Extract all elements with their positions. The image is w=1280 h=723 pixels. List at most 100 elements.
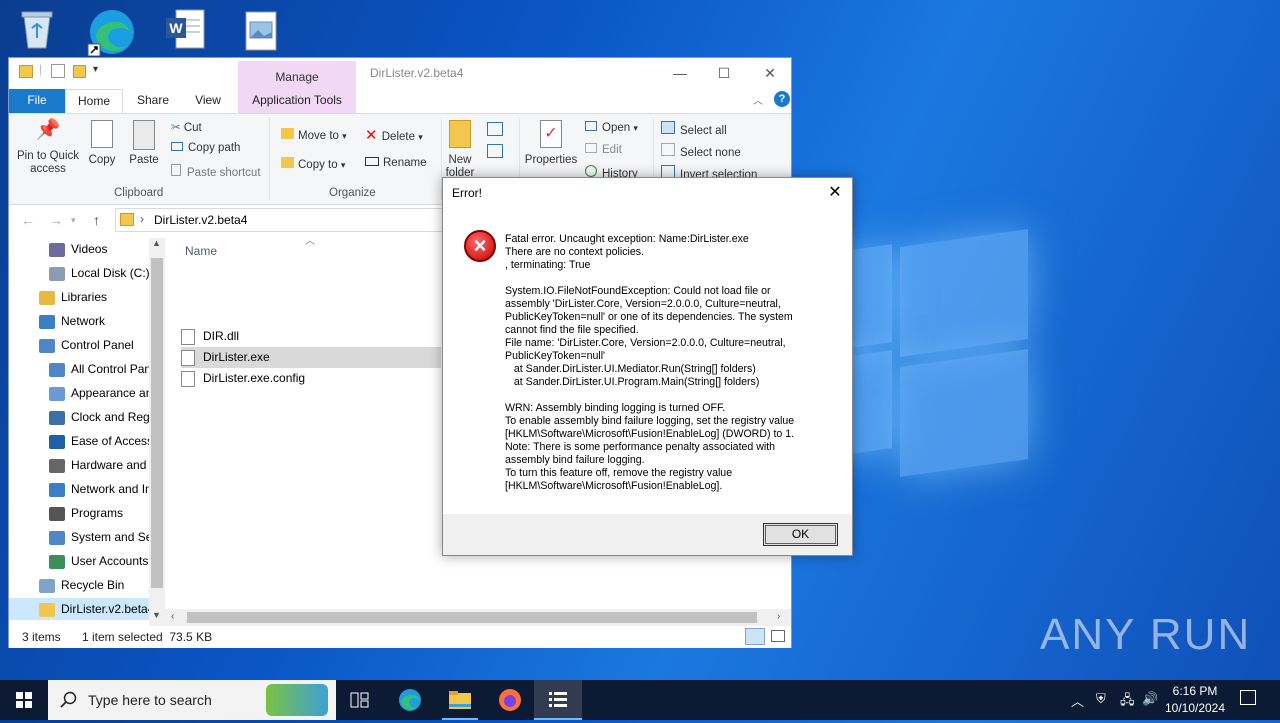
up-arrow-icon[interactable]: ↑ <box>93 212 100 228</box>
nav-item[interactable]: Ease of Access <box>9 430 149 452</box>
address-bar[interactable]: › DirLister.v2.beta4 <box>115 208 455 232</box>
new-item-icon[interactable] <box>487 122 503 136</box>
breadcrumb-chevron-icon[interactable]: › <box>140 212 144 226</box>
scroll-right-icon[interactable]: › <box>777 611 780 622</box>
taskbar-clock[interactable]: 6:16 PM 10/10/2024 <box>1160 683 1230 717</box>
back-arrow-icon[interactable]: ← <box>21 212 35 228</box>
collapse-ribbon-icon[interactable]: ︿ <box>753 92 763 107</box>
nav-item[interactable]: System and Security <box>9 526 149 548</box>
forward-arrow-icon[interactable]: → <box>49 212 63 228</box>
qat-dropdown-icon[interactable]: ▾ <box>93 64 98 75</box>
maximize-button[interactable]: ☐ <box>709 62 739 84</box>
large-icons-view-icon[interactable] <box>771 630 785 642</box>
nav-item[interactable]: Recycle Bin <box>9 574 149 596</box>
column-header-name[interactable]: Name <box>185 244 217 258</box>
scroll-down-icon[interactable]: ▼ <box>152 610 161 620</box>
volume-icon[interactable]: 🔊 <box>1142 691 1158 707</box>
close-button[interactable]: ✕ <box>755 62 785 84</box>
nav-item[interactable]: Hardware and Sound <box>9 454 149 476</box>
taskbar-search[interactable]: Type here to search <box>48 680 336 720</box>
copy-path-button[interactable]: Copy path <box>171 142 240 154</box>
copy-button[interactable]: Copy <box>85 120 119 167</box>
copy-to-button[interactable]: Copy to ▾ <box>281 157 345 171</box>
rename-button[interactable]: Rename <box>365 157 426 169</box>
recent-locations-icon[interactable]: ▾ <box>71 215 76 226</box>
start-button[interactable] <box>0 680 48 720</box>
move-to-button[interactable]: Move to ▾ <box>281 128 347 142</box>
show-hidden-icons[interactable]: ︿ <box>1071 691 1084 710</box>
network-status-icon[interactable]: ⛨ <box>1096 691 1106 707</box>
nav-item[interactable]: Videos <box>9 238 149 260</box>
breadcrumb-path[interactable]: DirLister.v2.beta4 <box>154 213 247 227</box>
ok-button[interactable]: OK <box>763 523 838 546</box>
tab-share[interactable]: Share <box>129 89 177 113</box>
tab-application-tools[interactable]: Application Tools <box>238 89 356 113</box>
pin-to-quick-access-button[interactable]: 📌 Pin to Quick access <box>13 120 83 176</box>
nav-item-icon <box>49 386 65 401</box>
nav-item-label: Hardware and Sound <box>71 458 149 472</box>
file-row[interactable]: DirLister.exe.config <box>181 368 441 389</box>
image-file-icon[interactable] <box>238 6 286 54</box>
horizontal-scrollbar[interactable]: ‹ › <box>165 609 791 626</box>
nav-item[interactable]: Network <box>9 310 149 332</box>
folder-icon <box>19 65 33 78</box>
word-document-icon[interactable]: W <box>162 6 210 54</box>
properties-qat-icon[interactable] <box>51 64 65 78</box>
select-all-icon <box>661 121 675 134</box>
nav-item[interactable]: DirLister.v2.beta4 <box>9 598 149 620</box>
tab-view[interactable]: View <box>185 89 231 113</box>
nav-item[interactable]: Clock and Region <box>9 406 149 428</box>
nav-item[interactable]: All Control Panel Items <box>9 358 149 380</box>
task-view-button[interactable] <box>336 680 384 720</box>
properties-button[interactable]: ✓ Properties <box>523 120 579 167</box>
select-all-button[interactable]: Select all <box>661 121 727 137</box>
taskbar-file-explorer[interactable] <box>436 680 484 720</box>
help-icon[interactable]: ? <box>774 91 790 107</box>
scissors-icon: ✂ <box>171 122 184 134</box>
file-row[interactable]: DIR.dll <box>181 326 441 347</box>
nav-item[interactable]: Network and Internet <box>9 478 149 500</box>
nav-item[interactable]: Libraries <box>9 286 149 308</box>
nav-item-icon <box>49 506 65 521</box>
nav-item[interactable]: User Accounts <box>9 550 149 572</box>
nav-scrollbar[interactable]: ▲ ▼ <box>149 238 165 626</box>
cut-button[interactable]: ✂ Cut <box>171 120 202 134</box>
dialog-close-button[interactable]: ✕ <box>824 182 846 204</box>
notifications-icon[interactable] <box>1240 690 1256 705</box>
paste-button[interactable]: Paste <box>127 120 161 167</box>
delete-button[interactable]: ✕ Delete ▾ <box>365 126 423 144</box>
edit-label: Edit <box>602 144 622 156</box>
recycle-bin-icon[interactable] <box>14 6 62 54</box>
taskbar-dirlister[interactable] <box>534 680 582 720</box>
nav-item[interactable]: Appearance and Personalization <box>9 382 149 404</box>
network-icon[interactable]: 🖧 <box>1120 691 1135 713</box>
file-row[interactable]: DirLister.exe <box>181 347 441 368</box>
nav-item[interactable]: Programs <box>9 502 149 524</box>
new-folder-qat-icon[interactable] <box>73 65 86 78</box>
svg-text:W: W <box>169 20 183 36</box>
edge-icon[interactable] <box>86 6 134 57</box>
tab-home[interactable]: Home <box>65 89 123 113</box>
scroll-up-icon[interactable]: ▲ <box>152 238 161 248</box>
scroll-left-icon[interactable]: ‹ <box>171 611 174 622</box>
new-folder-button[interactable]: New folder <box>445 120 475 180</box>
nav-item[interactable]: Control Panel <box>9 334 149 356</box>
horizontal-scrollbar-thumb[interactable] <box>187 612 757 623</box>
nav-item-label: Libraries <box>61 290 108 304</box>
dropdown-icon: ▾ <box>418 132 423 142</box>
edit-button[interactable]: Edit <box>585 143 622 156</box>
select-none-label: Select none <box>680 147 741 159</box>
nav-scrollbar-thumb[interactable] <box>151 258 163 588</box>
taskbar-firefox[interactable] <box>486 680 534 720</box>
nav-item[interactable]: Local Disk (C:) <box>9 262 149 284</box>
error-dialog: Error! ✕ × Fatal error. Uncaught excepti… <box>442 177 853 556</box>
easy-access-icon[interactable] <box>487 144 503 158</box>
open-button[interactable]: Open ▾ <box>585 121 638 134</box>
nav-item-icon <box>39 578 55 593</box>
taskbar-edge[interactable] <box>386 680 434 720</box>
details-view-icon[interactable] <box>745 628 765 645</box>
minimize-button[interactable]: — <box>665 62 695 84</box>
paste-shortcut-button[interactable]: Paste shortcut <box>171 164 261 179</box>
select-none-button[interactable]: Select none <box>661 143 741 159</box>
tab-file[interactable]: File <box>9 89 65 113</box>
